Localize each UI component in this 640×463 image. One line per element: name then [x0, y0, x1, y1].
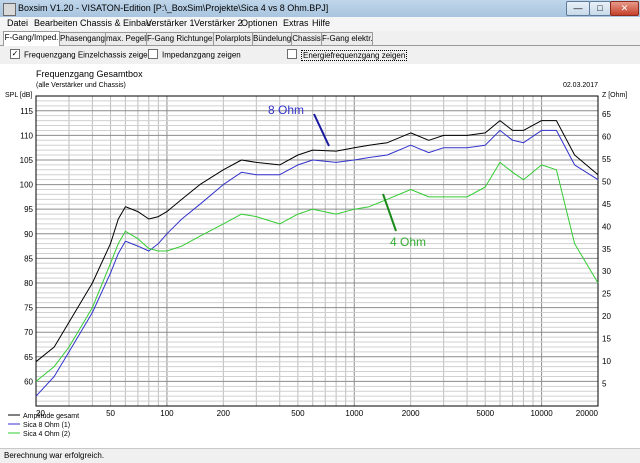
- annotation-4-ohm: 4 Ohm: [390, 235, 426, 249]
- menu-bearbeiten[interactable]: Bearbeiten: [34, 18, 78, 28]
- chart-title: Frequenzgang Gesamtbox: [36, 69, 143, 79]
- y2-tick-label: 25: [602, 290, 611, 299]
- y2-tick-label: 5: [602, 380, 607, 389]
- option-impedanzgang[interactable]: Impedanzgang zeigen: [148, 49, 241, 61]
- tab-phasengang[interactable]: Phasengang: [59, 32, 106, 45]
- tab-strip: F-Gang/Imped. Phasengang max. Pegel F-Ga…: [0, 31, 640, 46]
- y-tick-label: 70: [24, 328, 33, 337]
- y-tick-label: 115: [20, 107, 33, 116]
- title-bar: Boxsim V1.20 - VISATON-Edition [P:\_BoxS…: [0, 0, 640, 18]
- y-tick-label: 60: [24, 377, 33, 386]
- x-tick-label: 10000: [530, 409, 553, 418]
- option-energiefrequenzgang[interactable]: Energiefrequenzgang zeigen: [287, 49, 408, 61]
- menu-verstaerker-2[interactable]: Verstärker 2: [194, 18, 243, 28]
- y2-tick-label: 65: [602, 110, 611, 119]
- x-tick-label: 200: [217, 409, 231, 418]
- y-tick-label: 110: [20, 131, 33, 140]
- y2-axis-label: Z [Ohm]: [602, 92, 627, 99]
- app-icon: [3, 3, 16, 16]
- x-tick-label: 5000: [476, 409, 494, 418]
- annotation-8-ohm: 8 Ohm: [268, 103, 304, 117]
- y-tick-label: 85: [24, 254, 33, 263]
- y2-tick-label: 35: [602, 245, 611, 254]
- tab-buendelung[interactable]: Bündelung: [252, 32, 292, 45]
- menu-datei[interactable]: Datei: [7, 18, 28, 28]
- y-tick-label: 90: [24, 230, 33, 239]
- tab-f-gang-imped[interactable]: F-Gang/Imped.: [3, 31, 60, 46]
- close-button[interactable]: ✕: [610, 1, 639, 16]
- status-text: Berechnung war erfolgreich.: [4, 451, 105, 460]
- y2-tick-label: 40: [602, 222, 611, 231]
- y-axis-label: SPL [dB]: [5, 92, 32, 99]
- y2-tick-label: 10: [602, 357, 611, 366]
- checkbox-icon[interactable]: [148, 49, 158, 59]
- options-bar: ✓ Frequenzgang Einzelchassis zeigen Imped…: [0, 46, 640, 65]
- y-tick-label: 95: [24, 205, 33, 214]
- menu-chassis-einbau[interactable]: Chassis & Einbau: [80, 18, 151, 28]
- minimize-button[interactable]: —: [566, 1, 590, 16]
- menu-extras[interactable]: Extras: [283, 18, 309, 28]
- x-tick-label: 20000: [576, 409, 599, 418]
- tab-polarplots[interactable]: Polarplots: [213, 32, 253, 45]
- maximize-button[interactable]: □: [589, 1, 611, 16]
- x-tick-label: 50: [106, 409, 115, 418]
- legend-label: Sica 8 Ohm (1): [23, 422, 70, 429]
- x-tick-label: 2000: [402, 409, 420, 418]
- y-tick-label: 100: [20, 181, 34, 190]
- tab-f-gang-elektr[interactable]: F-Gang elektr.: [321, 32, 373, 45]
- y-tick-label: 80: [24, 279, 33, 288]
- y2-tick-label: 30: [602, 267, 611, 276]
- status-bar: Berechnung war erfolgreich.: [0, 448, 640, 463]
- menu-optionen[interactable]: Optionen: [241, 18, 278, 28]
- y2-tick-label: 60: [602, 132, 611, 141]
- chart-subtitle: (alle Verstärker und Chassis): [36, 82, 126, 89]
- menu-verstaerker-1[interactable]: Verstärker 1: [146, 18, 195, 28]
- frequency-response-chart: Frequenzgang Gesamtbox (alle Verstärker …: [0, 64, 640, 448]
- x-tick-label: 100: [160, 409, 174, 418]
- legend-label: Sica 4 Ohm (2): [23, 431, 70, 438]
- menu-hilfe[interactable]: Hilfe: [312, 18, 330, 28]
- option-einzelchassis[interactable]: ✓ Frequenzgang Einzelchassis zeigen: [10, 49, 152, 61]
- y2-tick-label: 45: [602, 200, 611, 209]
- y2-tick-label: 50: [602, 177, 611, 186]
- checkbox-icon[interactable]: [287, 49, 297, 59]
- tab-f-gang-richtungen[interactable]: F-Gang Richtungen: [146, 32, 214, 45]
- y2-tick-label: 20: [602, 312, 611, 321]
- checkbox-checked-icon[interactable]: ✓: [10, 49, 20, 59]
- tab-max-pegel[interactable]: max. Pegel: [105, 32, 147, 45]
- window-title: Boxsim V1.20 - VISATON-Edition [P:\_BoxS…: [18, 3, 329, 13]
- chart-background: [0, 64, 640, 448]
- y-tick-label: 65: [24, 353, 33, 362]
- y-tick-label: 105: [20, 156, 34, 165]
- menu-bar: Datei Bearbeiten Chassis & Einbau Verstä…: [0, 17, 640, 32]
- y-tick-label: 75: [24, 304, 33, 313]
- tab-chassis[interactable]: Chassis: [291, 32, 322, 45]
- y2-tick-label: 55: [602, 155, 611, 164]
- chart-date: 02.03.2017: [563, 82, 598, 89]
- legend-label: Amplitude gesamt: [23, 413, 79, 420]
- x-tick-label: 1000: [345, 409, 363, 418]
- x-tick-label: 500: [291, 409, 305, 418]
- y2-tick-label: 15: [602, 335, 611, 344]
